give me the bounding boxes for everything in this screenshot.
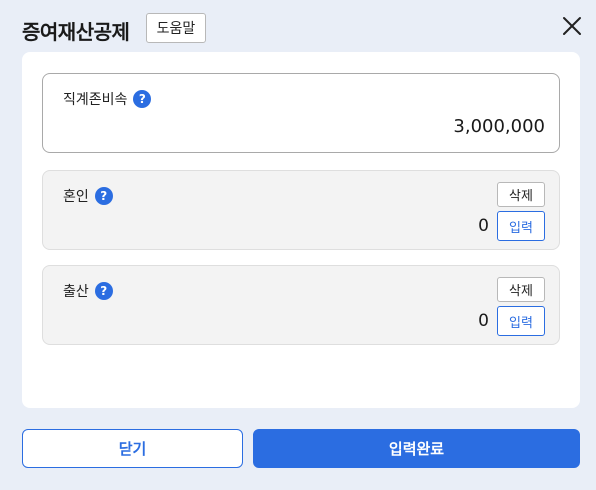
dialog-title: 증여재산공제 — [22, 20, 130, 44]
help-question-icon[interactable]: ? — [94, 282, 113, 300]
content-panel: 직계존비속 ? 3,000,000 혼인 ? 삭제 0 입력 출산 ? 삭제 0… — [22, 52, 580, 408]
marriage-label: 혼인 — [63, 189, 89, 205]
marriage-deduction-card: 혼인 ? 삭제 0 입력 — [42, 170, 560, 250]
lineal-amount: 3,000,000 — [453, 116, 545, 137]
birth-amount: 0 — [478, 311, 489, 331]
marriage-amount: 0 — [478, 216, 489, 236]
close-button[interactable]: 닫기 — [22, 429, 243, 468]
birth-delete-button[interactable]: 삭제 — [497, 277, 545, 302]
birth-label-row: 출산 ? — [63, 281, 113, 301]
lineal-label-row: 직계존비속 ? — [63, 89, 152, 109]
birth-deduction-card: 출산 ? 삭제 0 입력 — [42, 265, 560, 345]
birth-input-button[interactable]: 입력 — [497, 306, 545, 336]
marriage-input-button[interactable]: 입력 — [497, 211, 545, 241]
lineal-deduction-card: 직계존비속 ? 3,000,000 — [42, 73, 560, 153]
dialog-header: 증여재산공제 도움말 — [22, 12, 596, 44]
help-button[interactable]: 도움말 — [146, 13, 206, 43]
gift-deduction-dialog: 증여재산공제 도움말 직계존비속 ? 3,000,000 혼인 ? 삭제 0 입… — [0, 0, 596, 490]
complete-input-button[interactable]: 입력완료 — [253, 429, 580, 468]
lineal-label: 직계존비속 — [63, 92, 128, 108]
marriage-delete-button[interactable]: 삭제 — [497, 182, 545, 207]
help-question-icon[interactable]: ? — [133, 90, 152, 108]
birth-label: 출산 — [63, 284, 89, 300]
marriage-label-row: 혼인 ? — [63, 186, 113, 206]
help-question-icon[interactable]: ? — [94, 187, 113, 205]
close-icon[interactable] — [558, 12, 586, 40]
